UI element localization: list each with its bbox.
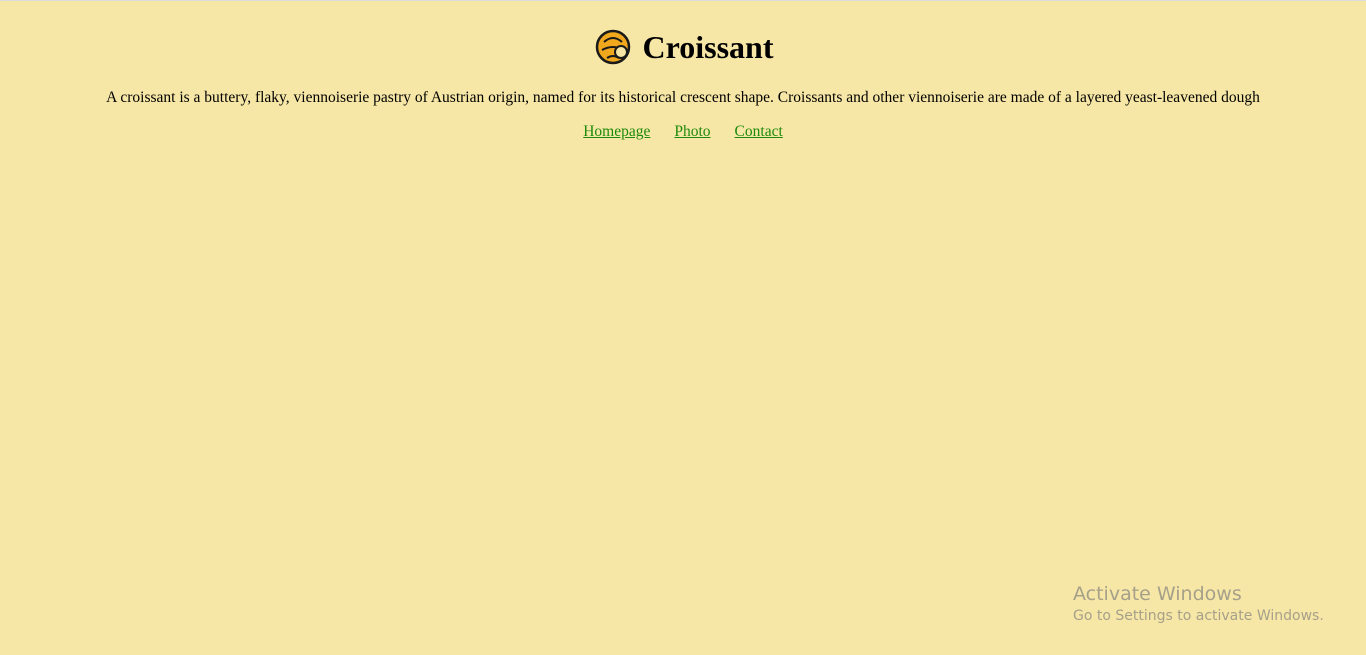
watermark-subtitle: Go to Settings to activate Windows. [1073, 608, 1324, 624]
activate-windows-watermark: Activate Windows Go to Settings to activ… [1073, 582, 1324, 626]
nav-link-homepage[interactable]: Homepage [583, 122, 650, 142]
page-description: A croissant is a buttery, flaky, viennoi… [106, 89, 1260, 106]
nav-link-photo[interactable]: Photo [674, 122, 710, 142]
site-header: Croissant [0, 27, 1366, 67]
nav-links: Homepage Photo Contact [0, 122, 1366, 142]
page-title: Croissant [642, 29, 774, 65]
watermark-title: Activate Windows [1073, 583, 1242, 605]
croissant-icon [593, 27, 633, 67]
nav-link-contact[interactable]: Contact [735, 122, 783, 142]
